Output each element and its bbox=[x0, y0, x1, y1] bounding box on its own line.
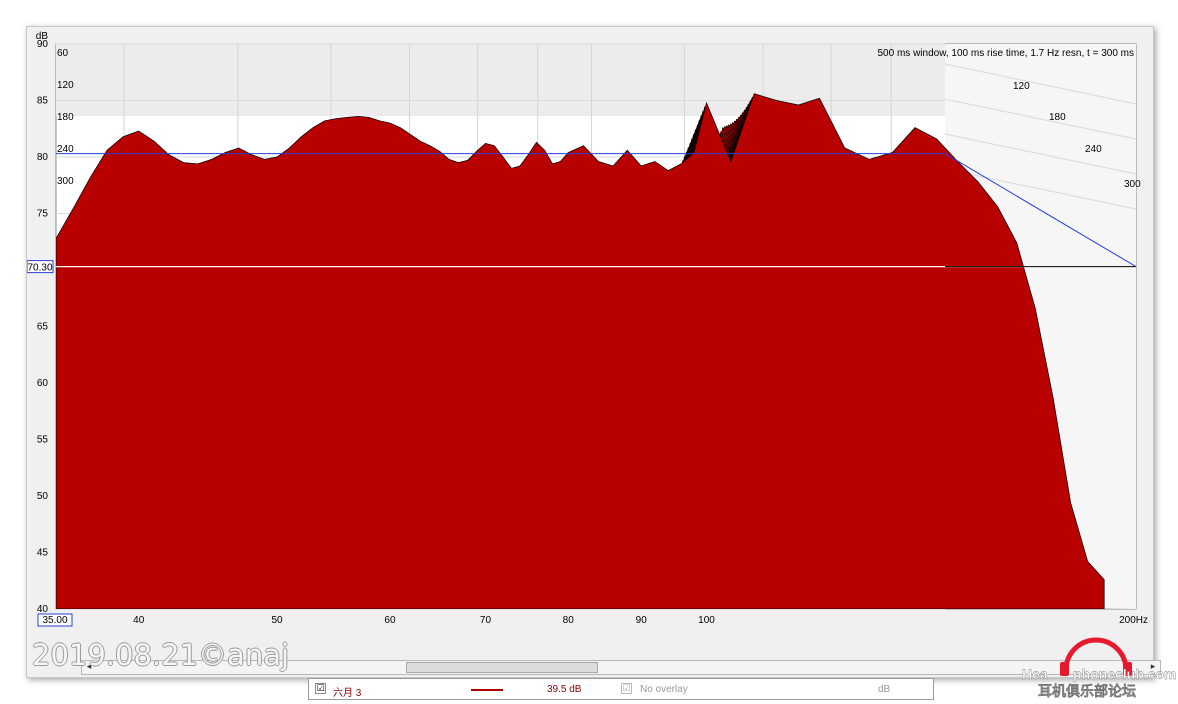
y-tick-label: 85 bbox=[37, 96, 49, 107]
x-tick-label: 80 bbox=[563, 615, 575, 626]
x-tick-label: 50 bbox=[271, 615, 283, 626]
legend-bar: ☑ 六月 3 39.5 dB ☑ No overlay dB bbox=[308, 678, 934, 700]
y-tick-label: 55 bbox=[37, 435, 49, 446]
time-tick-label: 300 bbox=[57, 176, 74, 187]
settings-label: 500 ms window, 100 ms rise time, 1.7 Hz … bbox=[878, 48, 1135, 59]
time-tick-label: 240 bbox=[57, 144, 74, 155]
measurement-checkbox[interactable]: ☑ bbox=[315, 683, 326, 694]
logo-site-prefix: Hea bbox=[1022, 666, 1048, 682]
x-tick-label: 40 bbox=[133, 615, 145, 626]
overlay-label[interactable]: No overlay bbox=[640, 684, 688, 695]
x-tick-label: 70 bbox=[480, 615, 492, 626]
headphoneclub-logo: Hea phoneclub.com 耳机俱乐部论坛 bbox=[1022, 637, 1177, 700]
time-tick-side-label: 240 bbox=[1085, 144, 1102, 155]
logo-chinese-text: 耳机俱乐部论坛 bbox=[1038, 683, 1136, 700]
watermark-date-text: 2019.08.21©anaj bbox=[32, 638, 290, 672]
y-tick-label: 60 bbox=[37, 378, 49, 389]
overlay-checkbox[interactable]: ☑ bbox=[621, 683, 632, 694]
x-tick-label: 100 bbox=[698, 615, 715, 626]
y-tick-label: 80 bbox=[37, 152, 49, 163]
waterfall-slices bbox=[56, 93, 1105, 609]
overlay-unit: dB bbox=[878, 684, 891, 695]
waterfall-slice bbox=[56, 93, 1105, 609]
measurement-name[interactable]: 六月 3 bbox=[333, 684, 361, 699]
measurement-line-swatch bbox=[471, 689, 503, 691]
measurement-value: 39.5 dB bbox=[547, 684, 582, 695]
time-tick-label: 120 bbox=[57, 80, 74, 91]
y-axis-unit-label: dB bbox=[36, 31, 49, 42]
headphone-cup-left-icon bbox=[1060, 662, 1069, 676]
x-end-label: 200Hz bbox=[1119, 615, 1148, 626]
y-tick-label: 45 bbox=[37, 548, 49, 559]
y-tick-label: 65 bbox=[37, 322, 49, 333]
time-tick-label: 180 bbox=[57, 112, 74, 123]
app-window: 40 45 50 55 60 65 75 80 85 90 70.30 40 50 60 70 80 90 100… bbox=[26, 26, 1161, 700]
scroll-thumb[interactable] bbox=[406, 662, 598, 673]
y-tick-label: 40 bbox=[37, 604, 49, 615]
logo-site-suffix: phoneclub.com bbox=[1073, 666, 1176, 682]
y-tick-label: 75 bbox=[37, 209, 49, 220]
x-tick-label: 90 bbox=[636, 615, 648, 626]
x-start-label: 35.00 bbox=[42, 615, 67, 626]
time-tick-side-label: 120 bbox=[1013, 81, 1030, 92]
time-tick-side-label: 300 bbox=[1124, 179, 1141, 190]
y-cursor-label: 70.30 bbox=[27, 263, 52, 274]
waterfall-plot: 4045505560657580859070.3040 50 60 70 80 90 100… bbox=[27, 31, 1148, 627]
y-tick-label: 50 bbox=[37, 491, 49, 502]
x-tick-label: 60 bbox=[384, 615, 396, 626]
time-tick-side-label: 180 bbox=[1049, 112, 1066, 123]
time-tick-label: 60 bbox=[57, 48, 69, 59]
